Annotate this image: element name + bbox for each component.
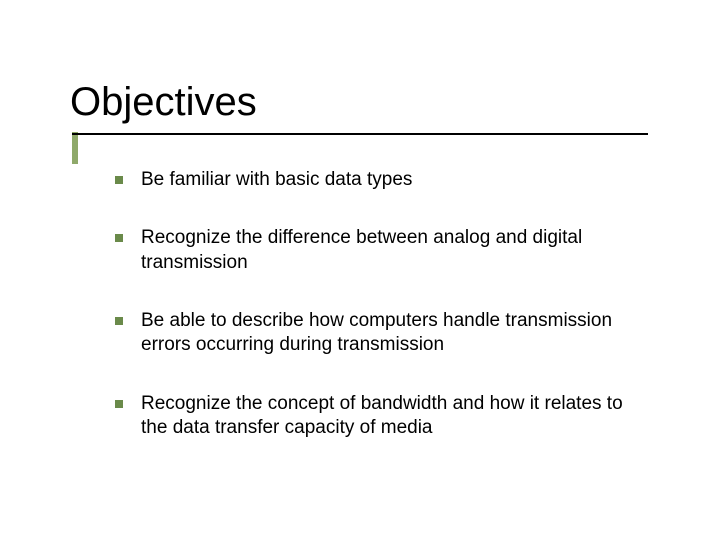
body-content: Be familiar with basic data types Recogn… [115,168,635,474]
square-bullet-icon [115,176,123,184]
list-item-text: Be familiar with basic data types [141,168,412,192]
slide: Objectives Be familiar with basic data t… [0,0,720,540]
square-bullet-icon [115,400,123,408]
list-item-text: Recognize the concept of bandwidth and h… [141,392,635,441]
list-item: Be familiar with basic data types [115,168,635,192]
list-item-text: Be able to describe how computers handle… [141,309,635,358]
list-item: Recognize the concept of bandwidth and h… [115,392,635,441]
square-bullet-icon [115,234,123,242]
list-item: Be able to describe how computers handle… [115,309,635,358]
square-bullet-icon [115,317,123,325]
list-item: Recognize the difference between analog … [115,226,635,275]
title-accent-bar [72,132,78,164]
slide-title: Objectives [70,80,257,125]
title-underline [72,133,648,135]
title-area: Objectives [70,80,257,125]
list-item-text: Recognize the difference between analog … [141,226,635,275]
